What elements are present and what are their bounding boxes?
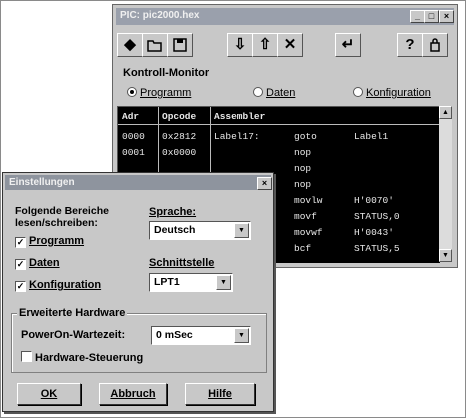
cell-operand: Label1: [354, 131, 389, 142]
radio-daten-label: Daten: [266, 87, 296, 99]
hilfe-button-label: Hilfe: [208, 388, 232, 400]
run-icon[interactable]: ↵: [335, 33, 361, 57]
main-window-title: PIC: pic2000.hex: [120, 10, 200, 21]
schnittstelle-value: LPT1: [154, 276, 180, 288]
checkbox-daten[interactable]: ✓ Daten: [15, 257, 60, 270]
header-divider: [118, 124, 440, 125]
cell-mnemonic: nop: [294, 179, 312, 190]
schnittstelle-select[interactable]: LPT1 ▼: [149, 273, 233, 292]
ok-button-label: OK: [40, 388, 58, 400]
abbruch-button-label: Abbruch: [110, 388, 156, 400]
poweron-label: PowerOn-Wartezeit:: [21, 329, 126, 341]
hardware-steuerung-label: Hardware-Steuerung: [35, 352, 144, 364]
chevron-down-icon[interactable]: ▼: [234, 223, 249, 238]
radio-indicator: [127, 87, 137, 97]
dialog-close-icon[interactable]: ×: [257, 177, 272, 190]
monitor-scrollbar[interactable]: ▲ ▼: [439, 106, 452, 262]
ok-button[interactable]: OK: [17, 383, 81, 405]
sprache-value: Deutsch: [154, 224, 196, 236]
cell-label: Label17:: [214, 131, 260, 142]
help-icon[interactable]: ?: [397, 33, 423, 57]
schnittstelle-label: Schnittstelle: [149, 257, 215, 269]
checkbox-box: ✓: [15, 259, 26, 270]
settings-dialog: Einstellungen × Folgende Bereiche lesen/…: [2, 172, 274, 412]
cell-operand: H'0043': [354, 227, 394, 238]
hilfe-button[interactable]: Hilfe: [185, 383, 255, 405]
checkbox-box: ✓: [15, 237, 26, 248]
radio-daten[interactable]: Daten: [253, 87, 295, 99]
header-assembler: Assembler: [214, 111, 266, 122]
checkbox-konfiguration-label: Konfiguration: [29, 279, 102, 291]
upload-arrow-icon[interactable]: ⇧: [252, 33, 278, 57]
scroll-up-icon[interactable]: ▲: [439, 106, 452, 119]
dialog-title: Einstellungen: [9, 177, 75, 188]
erweiterte-hardware-label: Erweiterte Hardware: [17, 307, 128, 319]
cell-mnemonic: nop: [294, 147, 312, 158]
download-arrow-icon[interactable]: ⇩: [227, 33, 253, 57]
chevron-down-icon[interactable]: ▼: [234, 328, 249, 343]
sprache-select[interactable]: Deutsch ▼: [149, 221, 251, 240]
poweron-value: 0 mSec: [156, 329, 193, 341]
erase-x-icon[interactable]: ✕: [277, 33, 303, 57]
bereiche-label-line1: Folgende Bereiche: [15, 205, 109, 217]
bereiche-label-line2: lesen/schreiben:: [15, 217, 98, 229]
cell-opcode: 0x0000: [162, 147, 197, 158]
poweron-select[interactable]: 0 mSec ▼: [151, 326, 251, 345]
radio-konfiguration[interactable]: Konfiguration: [353, 87, 431, 99]
cell-adr: 0000: [122, 131, 145, 142]
abbruch-button[interactable]: Abbruch: [99, 383, 167, 405]
checkbox-daten-label: Daten: [29, 257, 60, 269]
cell-mnemonic: bcf: [294, 243, 312, 254]
cell-operand: H'0070': [354, 195, 394, 206]
sprache-label: Sprache:: [149, 206, 197, 218]
open-folder-icon[interactable]: [142, 33, 168, 57]
scroll-down-icon[interactable]: ▼: [439, 249, 452, 262]
cell-mnemonic: movwf: [294, 227, 323, 238]
chevron-down-icon[interactable]: ▼: [216, 275, 231, 290]
checkbox-box: [21, 351, 32, 362]
checkbox-programm-label: Programm: [29, 235, 85, 247]
checkbox-konfiguration[interactable]: ✓ Konfiguration: [15, 279, 101, 292]
save-disk-icon[interactable]: [167, 33, 193, 57]
checkbox-hardware-steuerung[interactable]: Hardware-Steuerung: [21, 351, 143, 364]
cell-operand: STATUS,5: [354, 243, 400, 254]
radio-programm[interactable]: Programm: [127, 87, 191, 99]
header-opcode: Opcode: [162, 111, 197, 122]
cell-operand: STATUS,0: [354, 211, 400, 222]
cell-adr: 0001: [122, 147, 145, 158]
cell-mnemonic: nop: [294, 163, 312, 174]
main-titlebar[interactable]: PIC: pic2000.hex _ □ ×: [116, 8, 454, 25]
cell-mnemonic: goto: [294, 131, 317, 142]
radio-indicator: [253, 87, 263, 97]
kontroll-monitor-label: Kontroll-Monitor: [123, 67, 210, 79]
info-icon[interactable]: [422, 33, 448, 57]
diamond-icon[interactable]: ◆: [117, 33, 143, 57]
minimize-icon[interactable]: _: [410, 10, 425, 23]
cell-mnemonic: movf: [294, 211, 317, 222]
radio-konfiguration-label: Konfiguration: [366, 87, 431, 99]
radio-indicator: [353, 87, 363, 97]
cell-mnemonic: movlw: [294, 195, 323, 206]
checkbox-box: ✓: [15, 281, 26, 292]
dialog-titlebar[interactable]: Einstellungen ×: [5, 175, 272, 190]
maximize-icon[interactable]: □: [424, 10, 439, 23]
radio-programm-label: Programm: [140, 87, 192, 99]
header-adr: Adr: [122, 111, 140, 122]
close-icon[interactable]: ×: [439, 10, 454, 23]
cell-opcode: 0x2812: [162, 131, 197, 142]
checkbox-programm[interactable]: ✓ Programm: [15, 235, 84, 248]
